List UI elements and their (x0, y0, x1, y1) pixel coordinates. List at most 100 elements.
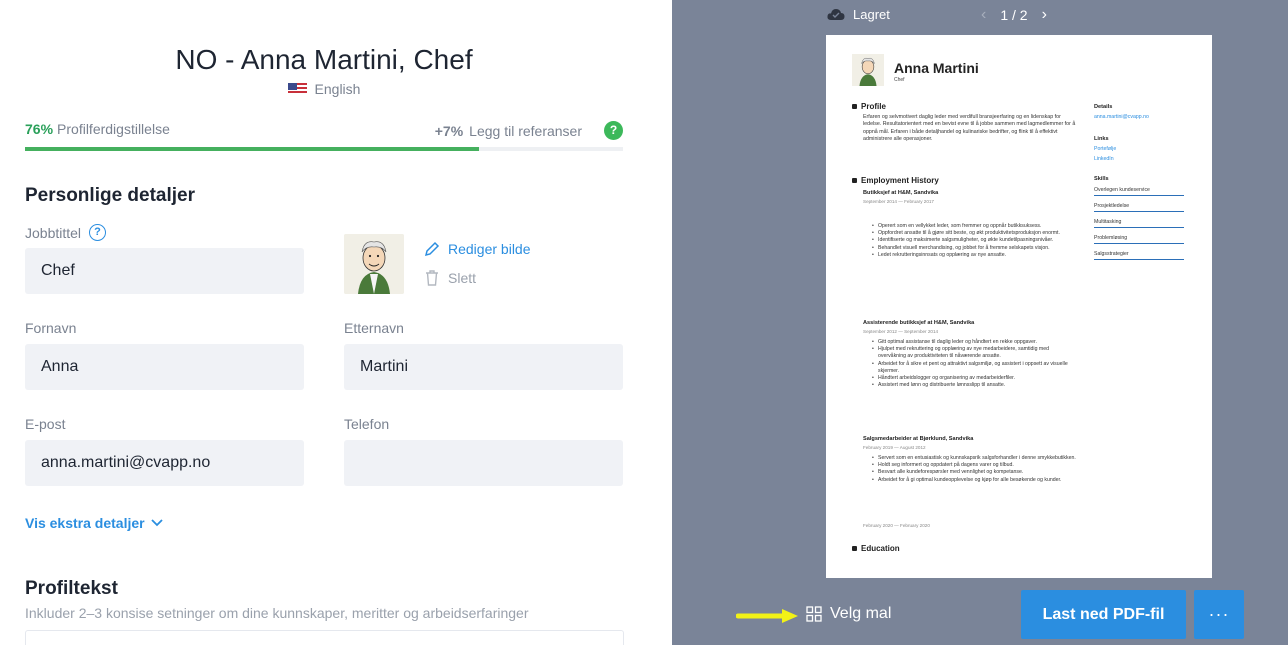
person-icon (852, 104, 857, 109)
language-selector[interactable]: English (0, 81, 648, 97)
job-title-label: Jobbtittel ? (25, 224, 107, 241)
completeness-label: Profilferdigstillelse (57, 121, 170, 137)
save-status: Lagret (827, 7, 890, 22)
completeness-hint[interactable]: +7% Legg til referanser ? (435, 121, 623, 140)
cartoon-avatar-icon (344, 234, 404, 294)
last-name-input[interactable]: Martini (344, 344, 623, 390)
job-title: Assisterende butikksjef at H&M, Sandvika (863, 320, 975, 326)
document-title[interactable]: NO - Anna Martini, Chef (0, 44, 648, 76)
first-name-label: Fornavn (25, 320, 77, 336)
resume-skills-heading: Skills (1094, 176, 1109, 182)
next-page-icon[interactable]: › (1042, 6, 1047, 24)
job-title-label-text: Jobbtittel (25, 224, 82, 241)
job-bullet: Identifiserte og maksimerte salgsmulighe… (872, 237, 1077, 244)
cartoon-avatar-icon (852, 54, 884, 86)
job-bullet: Behandlet visuell merchandising, og jobb… (872, 245, 1077, 252)
personal-details-heading: Personlige detaljer (25, 185, 196, 206)
cloud-check-icon (827, 8, 845, 20)
resume-name: Anna Martini (894, 60, 979, 76)
job-date: February 2019 — August 2012 (863, 445, 926, 450)
download-pdf-button[interactable]: Last ned PDF-fil (1021, 590, 1186, 639)
job-bullets: Servert som en entusiastisk og kunnskaps… (872, 455, 1077, 484)
save-status-label: Lagret (853, 7, 890, 22)
resume-profile-text: Erfaren og selvmotivert daglig leder med… (863, 114, 1076, 143)
job-bullet: Gitt optimal assistanse til daglig leder… (872, 339, 1077, 346)
job-bullets: Operert som en vellykket leder, som frem… (872, 223, 1077, 259)
show-more-details-link[interactable]: Vis ekstra detaljer (25, 515, 163, 531)
profile-text-hint: Inkluder 2–3 konsise setninger om dine k… (25, 605, 529, 621)
job-bullet: Assistert med lønn og distribuerte lønns… (872, 382, 1077, 389)
completeness-percent: 76% (25, 121, 54, 137)
resume-email: anna.martini@cvapp.no (1094, 114, 1149, 120)
email-label: E-post (25, 416, 66, 432)
more-options-button[interactable]: ··· (1194, 590, 1244, 639)
first-name-input[interactable]: Anna (25, 344, 304, 390)
page-navigator: ‹ 1 / 2 › (981, 6, 1047, 24)
resume-page: Anna Martini Chef Profile Erfaren og sel… (826, 35, 1212, 578)
hint-label: Legg til referanser (469, 122, 582, 139)
job-bullets: Gitt optimal assistanse til daglig leder… (872, 339, 1077, 390)
resume-employment-heading-text: Employment History (861, 176, 939, 185)
profile-completeness: 76% Profilferdigstillelse +7% Legg til re… (25, 121, 623, 141)
resume-skill: Prosjektledelse (1094, 203, 1184, 212)
resume-editor-panel: NO - Anna Martini, Chef English 76% Profi… (0, 0, 672, 645)
job-bullet: Håndtert arbeidslogger og organisering a… (872, 375, 1077, 382)
choose-template-label: Velg mal (830, 605, 892, 622)
resume-education-heading-text: Education (861, 544, 900, 553)
last-name-label: Etternavn (344, 320, 404, 336)
phone-label: Telefon (344, 416, 390, 432)
chevron-down-icon (150, 519, 163, 527)
grid-icon (806, 606, 822, 622)
job-date: September 2014 — February 2017 (863, 199, 934, 204)
help-icon[interactable]: ? (604, 121, 623, 140)
graduation-cap-icon (852, 546, 857, 551)
job-date: September 2012 — September 2014 (863, 329, 939, 334)
profile-text-editor[interactable] (25, 630, 624, 645)
job-bullet: Holdt seg informert og oppdatert på dage… (872, 462, 1077, 469)
resume-profile-heading: Profile (852, 102, 886, 111)
hint-increment: +7% (434, 122, 464, 139)
resume-skill: Overlegen kundeservice (1094, 187, 1184, 196)
resume-employment-heading: Employment History (852, 176, 939, 185)
pencil-icon (424, 241, 440, 257)
language-label: English (314, 81, 361, 97)
resume-skill: Multitasking (1094, 219, 1184, 228)
resume-skill: Problemløsing (1094, 235, 1184, 244)
question-icon[interactable]: ? (89, 224, 107, 241)
email-input[interactable]: anna.martini@cvapp.no (25, 440, 304, 486)
us-flag-icon (287, 83, 307, 95)
job-bullet: Arbeidet for å gi optimal kundeopplevels… (872, 477, 1077, 484)
edit-photo-button[interactable]: Rediger bilde (424, 241, 531, 257)
job-bullet: Ledet rekrutteringsinnsats og opplæring … (872, 252, 1077, 259)
profile-text-heading: Profiltekst (25, 578, 118, 599)
phone-input[interactable] (344, 440, 623, 486)
page-indicator: 1 / 2 (1000, 7, 1028, 23)
resume-preview-panel: Lagret ‹ 1 / 2 › Anna Martini Chef Profi… (672, 0, 1288, 645)
completeness-bar (25, 147, 623, 151)
job-title: Butikksjef at H&M, Sandvika (863, 190, 939, 196)
resume-avatar (852, 54, 884, 86)
resume-education-heading: Education (852, 544, 900, 553)
job-date: February 2020 — February 2020 (863, 523, 930, 528)
more-details-label: Vis ekstra detaljer (25, 515, 145, 531)
delete-photo-button[interactable]: Slett (424, 269, 476, 287)
resume-links-heading: Links (1094, 136, 1109, 142)
delete-photo-label: Slett (448, 270, 477, 286)
job-bullet: Hjulpet med rekruttering og opplæring av… (872, 346, 1077, 360)
choose-template-button[interactable]: Velg mal (806, 605, 891, 623)
job-title-input[interactable]: Chef (25, 248, 304, 294)
resume-role: Chef (894, 77, 905, 83)
completeness-bar-fill (25, 147, 480, 151)
job-title: Salgsmedarbeider at Bjørklund, Sandvika (863, 436, 974, 442)
resume-skill: Salgsstrategier (1094, 251, 1184, 260)
resume-profile-heading-text: Profile (861, 102, 886, 111)
previous-page-icon[interactable]: ‹ (981, 6, 986, 24)
trash-icon (426, 270, 438, 286)
briefcase-icon (852, 178, 857, 183)
resume-link: LinkedIn (1094, 156, 1114, 162)
job-bullet: Arbeidet for å sikre et pent og attrakti… (872, 361, 1077, 375)
resume-link: Portefølje (1094, 146, 1117, 152)
resume-details-heading: Details (1094, 104, 1113, 110)
pointer-arrow-icon (736, 609, 798, 623)
profile-photo[interactable] (344, 234, 404, 294)
